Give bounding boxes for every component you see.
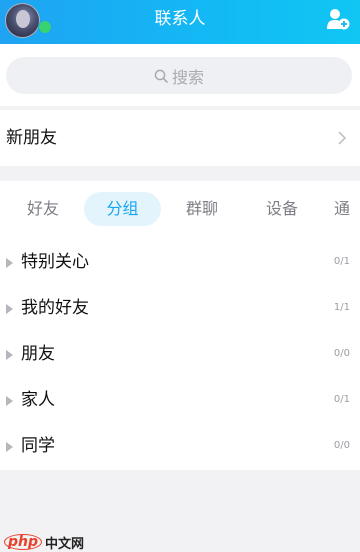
group-name: 特别关心 — [21, 252, 89, 272]
expand-arrow-icon — [6, 396, 13, 406]
new-friends-row[interactable]: 新朋友 — [0, 110, 360, 166]
tab-contacts-partial[interactable]: 通 — [334, 192, 360, 226]
expand-arrow-icon — [6, 304, 13, 314]
group-row-friends[interactable]: 朋友 0/0 — [0, 331, 360, 377]
group-count: 0/1 — [333, 394, 350, 405]
search-icon — [154, 69, 168, 83]
search-placeholder: 搜索 — [171, 67, 204, 87]
watermark-text: 中文网 — [45, 536, 85, 552]
group-name: 我的好友 — [21, 298, 89, 318]
contact-tabs: 好友 分组 群聊 设备 通 — [0, 181, 360, 237]
tab-friends[interactable]: 好友 — [13, 192, 73, 226]
new-friends-label: 新朋友 — [6, 128, 57, 148]
search-area: 搜索 — [0, 44, 360, 106]
expand-arrow-icon — [6, 442, 13, 452]
tab-group-chats[interactable]: 群聊 — [172, 192, 232, 226]
group-count: 0/0 — [333, 348, 350, 359]
expand-arrow-icon — [6, 258, 13, 268]
group-row-family[interactable]: 家人 0/1 — [0, 377, 360, 423]
add-user-icon[interactable] — [326, 8, 350, 30]
expand-arrow-icon — [6, 350, 13, 360]
watermark: php 中文网 — [4, 533, 85, 552]
tab-groups[interactable]: 分组 — [84, 192, 161, 226]
group-count: 1/1 — [333, 302, 350, 313]
page-title: 联系人 — [154, 9, 206, 29]
group-name: 同学 — [21, 436, 55, 456]
group-row-my-friends[interactable]: 我的好友 1/1 — [0, 285, 360, 331]
group-count: 0/1 — [333, 256, 350, 267]
group-row-classmates[interactable]: 同学 0/0 — [0, 423, 360, 469]
group-row-special-care[interactable]: 特别关心 0/1 — [0, 239, 360, 285]
watermark-logo: php — [4, 534, 43, 550]
tab-devices[interactable]: 设备 — [252, 192, 312, 226]
top-bar: 联系人 — [0, 0, 360, 44]
group-name: 朋友 — [21, 344, 55, 364]
group-count: 0/0 — [333, 440, 350, 451]
search-input[interactable]: 搜索 — [6, 57, 352, 94]
group-name: 家人 — [21, 390, 55, 410]
group-list: 特别关心 0/1 我的好友 1/1 朋友 0/0 家人 0/1 同学 0/0 — [0, 237, 360, 470]
chevron-right-icon — [338, 131, 346, 145]
